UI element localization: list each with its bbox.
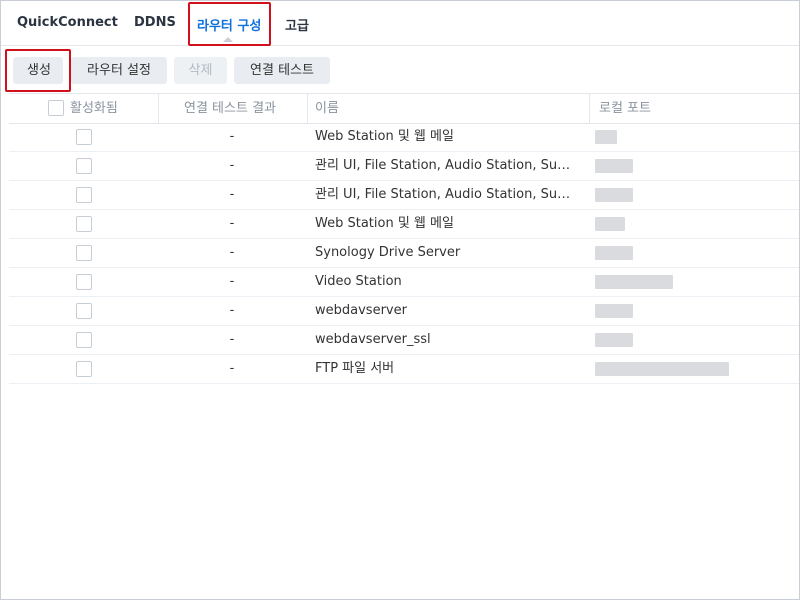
header-local-port[interactable]: 로컬 포트 (599, 94, 651, 123)
header-name[interactable]: 이름 (315, 94, 339, 123)
tab-advanced[interactable]: 고급 (285, 15, 309, 34)
row-name: Synology Drive Server (315, 245, 461, 260)
table-row[interactable]: - Video Station (9, 268, 799, 297)
row-name: webdavserver_ssl (315, 332, 431, 347)
row-test-result: - (229, 274, 235, 289)
active-tab-indicator (223, 37, 233, 42)
create-button[interactable]: 생성 (13, 57, 63, 84)
row-local-port-redacted (595, 159, 633, 173)
row-name: 관리 UI, File Station, Audio Station, Su… (315, 158, 571, 173)
tab-bar: QuickConnect DDNS 라우터 구성 고급 (1, 1, 799, 46)
row-test-result: - (229, 129, 235, 144)
header-enabled[interactable]: 활성화됨 (70, 94, 118, 123)
test-connection-button[interactable]: 연결 테스트 (234, 57, 330, 84)
table-row[interactable]: - FTP 파일 서버 (9, 355, 799, 384)
row-test-result: - (229, 361, 235, 376)
row-test-result: - (229, 158, 235, 173)
row-test-result: - (229, 187, 235, 202)
row-checkbox[interactable] (76, 332, 92, 348)
delete-button[interactable]: 삭제 (174, 57, 227, 84)
table-row[interactable]: - webdavserver (9, 297, 799, 326)
table-row[interactable]: - Web Station 및 웹 메일 (9, 210, 799, 239)
table-row[interactable]: - 관리 UI, File Station, Audio Station, Su… (9, 181, 799, 210)
table-header: 활성화됨 연결 테스트 결과 이름 로컬 포트 (9, 93, 799, 124)
row-test-result: - (229, 216, 235, 231)
tab-ddns[interactable]: DDNS (134, 15, 176, 30)
row-name: webdavserver (315, 303, 407, 318)
tab-router-config[interactable]: 라우터 구성 (197, 15, 261, 34)
column-divider[interactable] (158, 94, 159, 123)
row-checkbox[interactable] (76, 245, 92, 261)
header-test-result[interactable]: 연결 테스트 결과 (184, 94, 276, 123)
table-row[interactable]: - Web Station 및 웹 메일 (9, 123, 799, 152)
row-checkbox[interactable] (76, 361, 92, 377)
row-checkbox[interactable] (76, 129, 92, 145)
row-local-port-redacted (595, 188, 633, 202)
row-name: FTP 파일 서버 (315, 361, 395, 376)
select-all-checkbox[interactable] (48, 100, 64, 116)
row-local-port-redacted (595, 246, 633, 260)
row-checkbox[interactable] (76, 274, 92, 290)
row-checkbox[interactable] (76, 187, 92, 203)
row-local-port-redacted (595, 217, 625, 231)
router-settings-button[interactable]: 라우터 설정 (71, 57, 167, 84)
column-divider[interactable] (589, 94, 590, 123)
row-local-port-redacted (595, 304, 633, 318)
window: QuickConnect DDNS 라우터 구성 고급 생성 라우터 설정 삭제… (0, 0, 800, 600)
row-test-result: - (229, 332, 235, 347)
row-checkbox[interactable] (76, 216, 92, 232)
table-row[interactable]: - 관리 UI, File Station, Audio Station, Su… (9, 152, 799, 181)
row-name: 관리 UI, File Station, Audio Station, Su… (315, 187, 571, 202)
table-row[interactable]: - webdavserver_ssl (9, 326, 799, 355)
column-divider[interactable] (307, 94, 308, 123)
row-local-port-redacted (595, 275, 673, 289)
row-local-port-redacted (595, 333, 633, 347)
table-row[interactable]: - Synology Drive Server (9, 239, 799, 268)
row-local-port-redacted (595, 362, 729, 376)
row-local-port-redacted (595, 130, 617, 144)
row-checkbox[interactable] (76, 303, 92, 319)
row-name: Web Station 및 웹 메일 (315, 129, 454, 144)
rules-table: - Web Station 및 웹 메일 - 관리 UI, File Stati… (9, 123, 799, 384)
row-name: Web Station 및 웹 메일 (315, 216, 454, 231)
tab-quickconnect[interactable]: QuickConnect (17, 15, 118, 30)
row-name: Video Station (315, 274, 402, 289)
row-test-result: - (229, 303, 235, 318)
row-checkbox[interactable] (76, 158, 92, 174)
row-test-result: - (229, 245, 235, 260)
